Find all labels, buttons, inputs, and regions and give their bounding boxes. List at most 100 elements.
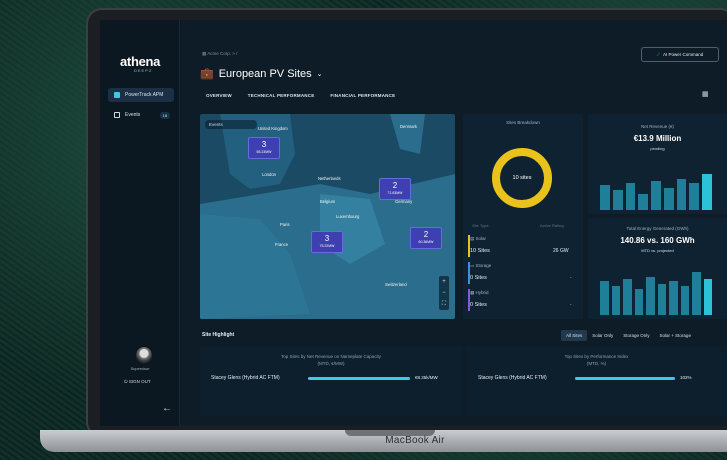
card-title: Sites Breakdown — [506, 120, 540, 125]
sidebar-item-events[interactable]: Events 18 — [108, 108, 174, 122]
map-label: Belgium — [320, 199, 336, 204]
sparkline-icon: ⟋ — [656, 52, 660, 57]
net-revenue-title: Net Revenue (€) — [640, 124, 675, 129]
app-logo[interactable]: athena — [120, 54, 160, 69]
energy-bar[interactable] — [657, 283, 666, 315]
energy-bar[interactable] — [680, 286, 689, 315]
net-revenue-bar[interactable] — [651, 180, 661, 210]
events-toggle[interactable]: Events — [205, 120, 257, 129]
performance-top-value: 102% — [680, 375, 692, 380]
map-label: London — [262, 172, 276, 177]
energy-sub: MTD vs. projected — [641, 248, 674, 253]
net-revenue-bar[interactable] — [600, 185, 610, 210]
map-land — [200, 114, 455, 319]
app-logo-sub: DEEPZ — [134, 68, 153, 73]
performance-highlight-subtitle: (MTD, %) — [586, 361, 607, 366]
power-icon: ⏻ — [124, 379, 128, 384]
energy-bar[interactable] — [703, 279, 712, 315]
breadcrumb[interactable]: ▦ Acme Corp. > / — [202, 51, 237, 57]
map-label: Switzerland — [385, 282, 407, 287]
net-revenue-bar[interactable] — [612, 189, 623, 210]
solar-sites-count: 10 Sites — [470, 248, 490, 254]
solar-rating: 26 GW — [553, 248, 569, 254]
energy-bar[interactable] — [611, 286, 620, 315]
site-cluster-marker[interactable]: 2 60.36MW — [410, 227, 442, 249]
map-label: Denmark — [400, 124, 417, 129]
app-screen: athena DEEPZ PowerTrack APM Events 18 Su… — [100, 20, 727, 426]
map-label: France — [275, 242, 289, 247]
energy-bar[interactable] — [646, 276, 655, 315]
site-filter-group: All Sites Solar Only Storage Only Solar … — [561, 330, 696, 341]
layout-grid-icon[interactable]: ▦ — [702, 90, 710, 98]
site-type-hybrid[interactable]: ▦ Hybrid — [470, 290, 588, 296]
net-revenue-value: €13.9 Million — [633, 134, 682, 143]
net-revenue-bar[interactable] — [663, 187, 674, 210]
site-cluster-marker[interactable]: 3 55.23MW — [248, 137, 280, 159]
map-label: Paris — [280, 222, 290, 227]
tab-bar: OVERVIEW TECHNICAL PERFORMANCE FINANCIAL… — [206, 93, 395, 98]
revenue-highlight-title: Top Sites by Net Revenue on Nameplate Ca… — [280, 354, 382, 359]
filter-solar-storage[interactable]: Solar + Storage — [655, 330, 696, 341]
performance-highlight-title: Top Sites by Performance Index — [564, 354, 629, 359]
dashboard-icon — [114, 92, 120, 98]
donut-center-label: 10 sites — [512, 175, 532, 181]
energy-bar[interactable] — [600, 281, 609, 315]
sites-breakdown-card: Sites Breakdown — [463, 114, 583, 319]
user-name: Supervisor — [130, 366, 150, 371]
zoom-out-button[interactable]: − — [442, 290, 446, 296]
net-revenue-sub: pending — [650, 146, 665, 151]
site-cluster-marker[interactable]: 3 75.22MW — [311, 231, 343, 253]
building-icon: ▦ — [202, 51, 207, 56]
energy-bar[interactable] — [692, 271, 701, 315]
solar-panel-icon: ▤ — [470, 236, 475, 241]
site-cluster-marker[interactable]: 2 71.63MW — [379, 178, 411, 200]
avatar[interactable] — [136, 347, 152, 363]
fullscreen-icon[interactable]: ⛶ — [442, 301, 446, 308]
collapse-sidebar-icon[interactable]: ← — [162, 403, 172, 414]
revenue-top-site[interactable]: Stacey Glens (Hybrid AC FTM) — [211, 375, 280, 381]
revenue-top-value: €8.35k/MW — [415, 375, 438, 380]
calendar-icon — [114, 112, 120, 118]
energy-title: Total Energy Generated (GWh) — [626, 226, 689, 231]
map-label: Luxembourg — [336, 214, 360, 219]
performance-bar-fill — [575, 377, 675, 380]
filter-all-sites[interactable]: All Sites — [561, 330, 588, 341]
laptop-brand: MacBook Air — [385, 435, 445, 446]
map-zoom-controls: + − ⛶ — [439, 276, 449, 310]
revenue-bar-fill — [308, 377, 410, 380]
net-revenue-bar[interactable] — [625, 183, 636, 210]
sites-map[interactable]: Events United Kingdom Denmark London Net… — [200, 114, 455, 319]
sidebar-item-powertrack[interactable]: PowerTrack APM — [108, 88, 174, 102]
site-type-solar[interactable]: ▤ Solar — [470, 236, 588, 242]
sidebar: athena DEEPZ PowerTrack APM Events 18 Su… — [100, 20, 180, 426]
energy-bar[interactable] — [669, 281, 678, 315]
map-label: United Kingdom — [258, 126, 288, 131]
filter-storage-only[interactable]: Storage Only — [618, 330, 654, 341]
ai-power-command-button[interactable]: ⟋ AI Power Command — [641, 47, 719, 62]
site-highlight-title: Site Highlight — [202, 332, 235, 338]
net-revenue-bar[interactable] — [676, 178, 687, 210]
page-title[interactable]: 💼 European PV Sites ⌄ — [200, 67, 323, 81]
map-label: Netherlands — [318, 176, 341, 181]
site-type-storage[interactable]: ▭ Storage — [470, 263, 588, 269]
net-revenue-bar[interactable] — [689, 183, 700, 210]
performance-top-site[interactable]: Stacey Glens (Hybrid AC FTM) — [478, 375, 547, 381]
filter-solar-only[interactable]: Solar Only — [587, 330, 618, 341]
energy-bar[interactable] — [623, 279, 632, 315]
hybrid-icon: ▦ — [470, 290, 475, 295]
tab-technical-performance[interactable]: TECHNICAL PERFORMANCE — [248, 93, 315, 98]
energy-bar[interactable] — [634, 288, 643, 315]
net-revenue-bar[interactable] — [638, 194, 649, 210]
zoom-in-button[interactable]: + — [442, 279, 446, 285]
sign-out-button[interactable]: ⏻ SIGN OUT — [124, 379, 151, 384]
energy-value: 140.86 vs. 160 GWh — [620, 236, 695, 245]
storage-rating: - — [570, 275, 572, 280]
tab-financial-performance[interactable]: FINANCIAL PERFORMANCE — [330, 93, 395, 98]
site-type-header: Site Type — [472, 223, 489, 228]
sidebar-item-label: PowerTrack APM — [125, 92, 164, 98]
battery-icon: ▭ — [470, 263, 475, 268]
briefcase-icon: 💼 — [200, 68, 214, 80]
revenue-highlight-subtitle: (MTD, €/MW) — [317, 361, 345, 366]
tab-overview[interactable]: OVERVIEW — [206, 93, 232, 98]
net-revenue-bar[interactable] — [702, 174, 712, 210]
